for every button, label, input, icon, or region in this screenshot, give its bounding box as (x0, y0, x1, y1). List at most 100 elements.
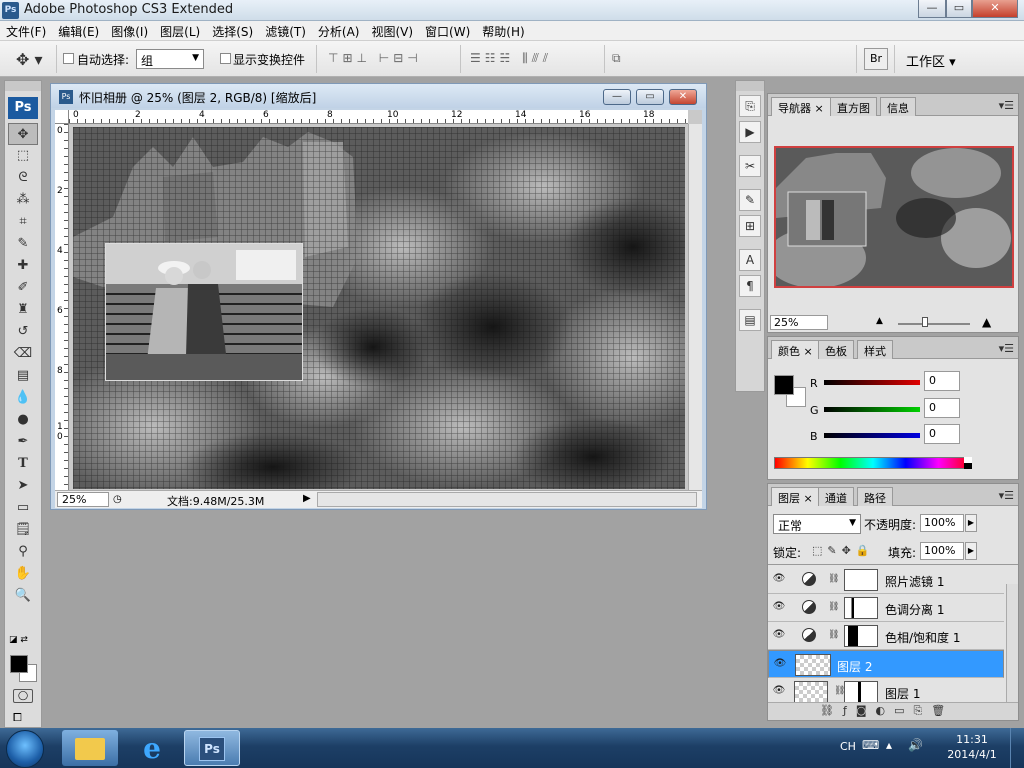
close-icon[interactable]: × (804, 345, 813, 358)
vertical-ruler[interactable]: 0 2 4 6 8 1 0 (55, 124, 69, 490)
layer-comps-icon[interactable]: ▤ (739, 309, 761, 331)
blue-slider[interactable] (824, 433, 920, 438)
tab-paths[interactable]: 路径 (857, 487, 893, 506)
history-brush-tool-icon[interactable]: ↺ (8, 321, 38, 343)
menu-file[interactable]: 文件(F) (0, 21, 52, 40)
distribute-buttons-group[interactable]: ☰☷☵ ⫼⫻⫽ (470, 51, 552, 66)
menu-help[interactable]: 帮助(H) (476, 21, 530, 40)
move-tool-preset-icon[interactable]: ✥ ▾ (16, 50, 43, 69)
brushes-panel-icon[interactable]: ✎ (739, 189, 761, 211)
volume-icon[interactable]: 🔊 (908, 738, 923, 752)
lasso-tool-icon[interactable]: ᘓ (8, 167, 38, 189)
pen-tool-icon[interactable]: ✒ (8, 431, 38, 453)
keyboard-icon[interactable]: ⌨ (862, 738, 879, 752)
tab-swatches[interactable]: 色板 (818, 340, 854, 359)
zoom-in-icon[interactable]: ▲ (982, 315, 991, 329)
blur-tool-icon[interactable]: 💧 (8, 387, 38, 409)
layer-actions-bar[interactable]: ⛓ƒ◙◐▭⎘🗑 (768, 702, 1018, 720)
tab-layers[interactable]: 图层 × (771, 487, 820, 506)
visibility-eye-icon[interactable]: 👁 (772, 573, 786, 585)
tab-channels[interactable]: 通道 (818, 487, 854, 506)
link-icon[interactable]: ⛓ (828, 602, 839, 612)
toolbox-header[interactable] (5, 81, 41, 91)
opacity-field[interactable]: 100% (920, 514, 964, 532)
navigator-preview[interactable] (774, 146, 1014, 288)
paragraph-panel-icon[interactable]: ¶ (739, 275, 761, 297)
tab-styles[interactable]: 样式 (857, 340, 893, 359)
show-transform-checkbox[interactable] (220, 53, 231, 67)
status-menu-arrow-icon[interactable]: ▶ (303, 493, 311, 504)
tray-arrow-icon[interactable]: ▴ (886, 738, 892, 752)
zoom-slider-track[interactable] (898, 323, 970, 325)
foreground-color-swatch[interactable] (774, 375, 794, 395)
gradient-tool-icon[interactable]: ▤ (8, 365, 38, 387)
color-spectrum-bar[interactable] (774, 457, 972, 469)
dodge-tool-icon[interactable]: ● (8, 409, 38, 431)
layer-row[interactable]: 👁 ⛓ 色调分离 1 (768, 594, 1004, 622)
opacity-arrow-icon[interactable]: ▶ (965, 514, 977, 532)
system-clock[interactable]: 11:31 2014/4/1 (944, 732, 1000, 762)
marquee-tool-icon[interactable]: ⬚ (8, 145, 38, 167)
close-icon[interactable]: × (804, 492, 813, 505)
clone-source-icon[interactable]: ⊞ (739, 215, 761, 237)
red-value-field[interactable]: 0 (924, 371, 960, 391)
visibility-eye-icon[interactable]: 👁 (772, 629, 786, 641)
restore-button[interactable]: ▭ (946, 0, 972, 18)
path-selection-tool-icon[interactable]: ➤ (8, 475, 38, 497)
layers-scrollbar[interactable] (1006, 584, 1018, 702)
vertical-scrollbar[interactable] (688, 124, 702, 490)
blend-mode-dropdown[interactable]: 正常 ▼ (773, 514, 861, 534)
eraser-tool-icon[interactable]: ⌫ (8, 343, 38, 365)
brush-tool-icon[interactable]: ✐ (8, 277, 38, 299)
layer-thumbnail[interactable] (794, 681, 828, 703)
tool-presets-icon[interactable]: ✂ (739, 155, 761, 177)
eyedropper-tool-icon[interactable]: ⚲ (8, 541, 38, 563)
show-desktop-button[interactable] (1010, 728, 1024, 768)
photoshop-taskbar-button[interactable]: Ps (184, 730, 240, 766)
horizontal-scrollbar[interactable] (317, 492, 697, 507)
explorer-taskbar-button[interactable] (62, 730, 118, 766)
layer-thumbnail[interactable] (795, 654, 831, 676)
green-slider[interactable] (824, 407, 920, 412)
ie-taskbar-button[interactable]: e (124, 730, 180, 766)
hand-tool-icon[interactable]: ✋ (8, 563, 38, 585)
align-buttons-group[interactable]: ⊤⊞⊥ ⊢⊟⊣ (328, 51, 422, 65)
close-icon[interactable]: × (815, 102, 824, 115)
foreground-color-swatch[interactable] (10, 655, 28, 673)
zoom-field[interactable]: 25% (57, 492, 109, 507)
zoom-slider-thumb[interactable] (922, 317, 928, 327)
blue-value-field[interactable]: 0 (924, 424, 960, 444)
visibility-eye-icon[interactable]: 👁 (772, 685, 786, 697)
tab-navigator[interactable]: 导航器 × (771, 97, 831, 116)
black-white-swatch[interactable] (964, 457, 972, 469)
tab-histogram[interactable]: 直方图 (830, 97, 877, 116)
tab-info[interactable]: 信息 (880, 97, 916, 116)
menu-window[interactable]: 窗口(W) (419, 21, 476, 40)
layer-mask-thumbnail[interactable] (844, 681, 878, 703)
link-icon[interactable]: ⛓ (828, 630, 839, 640)
notes-tool-icon[interactable]: 🗒 (8, 519, 38, 541)
move-tool-icon[interactable]: ✥ (8, 123, 38, 145)
workspace-menu[interactable]: 工作区 ▾ (906, 51, 956, 70)
auto-select-checkbox[interactable] (63, 53, 74, 67)
layer-mask-thumbnail[interactable] (844, 625, 878, 647)
screen-mode-icon[interactable]: ⧠ (13, 711, 22, 725)
ruler-origin[interactable] (55, 110, 69, 124)
fill-field[interactable]: 100% (920, 542, 964, 560)
tab-color[interactable]: 颜色 × (771, 340, 820, 359)
link-icon[interactable]: ⛓ (828, 574, 839, 584)
navigator-zoom-field[interactable]: 25% (770, 315, 828, 330)
document-close-button[interactable]: ✕ (669, 89, 697, 105)
history-panel-icon[interactable]: ⎘ (739, 95, 761, 117)
document-minimize-button[interactable]: — (603, 89, 631, 105)
document-maximize-button[interactable]: ▭ (636, 89, 664, 105)
visibility-eye-icon[interactable]: 👁 (772, 601, 786, 613)
menu-layer[interactable]: 图层(L) (154, 21, 206, 40)
shape-tool-icon[interactable]: ▭ (8, 497, 38, 519)
layer-row[interactable]: 👁 ⛓ 照片滤镜 1 (768, 566, 1004, 594)
panel-menu-icon[interactable]: ▾☰ (999, 99, 1014, 112)
layer-mask-thumbnail[interactable] (844, 569, 878, 591)
menu-analysis[interactable]: 分析(A) (312, 21, 366, 40)
healing-brush-tool-icon[interactable]: ✚ (8, 255, 38, 277)
auto-select-dropdown[interactable]: 组 ▼ (136, 49, 204, 69)
